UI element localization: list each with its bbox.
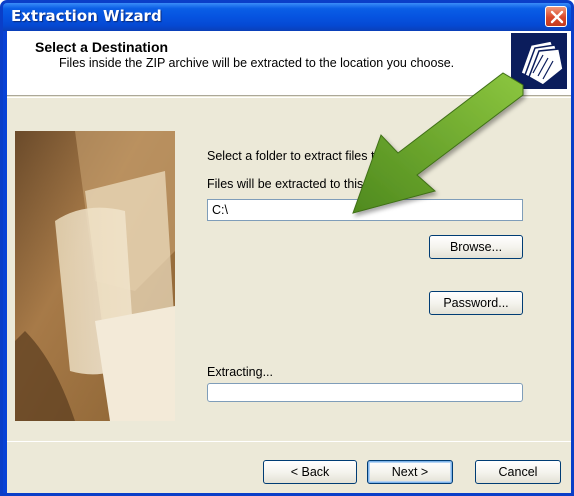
progress-label: Extracting... (207, 365, 273, 379)
extraction-progress-bar (207, 383, 523, 402)
wizard-side-image (15, 131, 175, 421)
close-button[interactable] (545, 6, 567, 27)
extraction-wizard-window: Extraction Wizard Select a Destination F… (0, 0, 574, 496)
browse-button[interactable]: Browse... (429, 235, 523, 259)
title-bar[interactable]: Extraction Wizard (3, 3, 571, 31)
directory-label: Files will be extracted to this director… (207, 177, 419, 191)
close-icon (550, 10, 564, 24)
password-button[interactable]: Password... (429, 291, 523, 315)
header-subtitle: Files inside the ZIP archive will be ext… (59, 56, 455, 70)
destination-path-input[interactable]: C:\ (207, 199, 523, 221)
instruction-text: Select a folder to extract files to. (207, 149, 385, 163)
next-button[interactable]: Next > (367, 460, 453, 484)
footer-divider (7, 441, 571, 442)
wizard-header: Select a Destination Files inside the ZI… (7, 31, 571, 96)
folders-icon (511, 33, 567, 89)
cancel-button[interactable]: Cancel (475, 460, 561, 484)
header-divider (7, 97, 571, 98)
dialog-body: Select a Destination Files inside the ZI… (7, 31, 571, 493)
window-title: Extraction Wizard (11, 7, 162, 25)
header-title: Select a Destination (35, 39, 169, 55)
back-button[interactable]: < Back (263, 460, 357, 484)
